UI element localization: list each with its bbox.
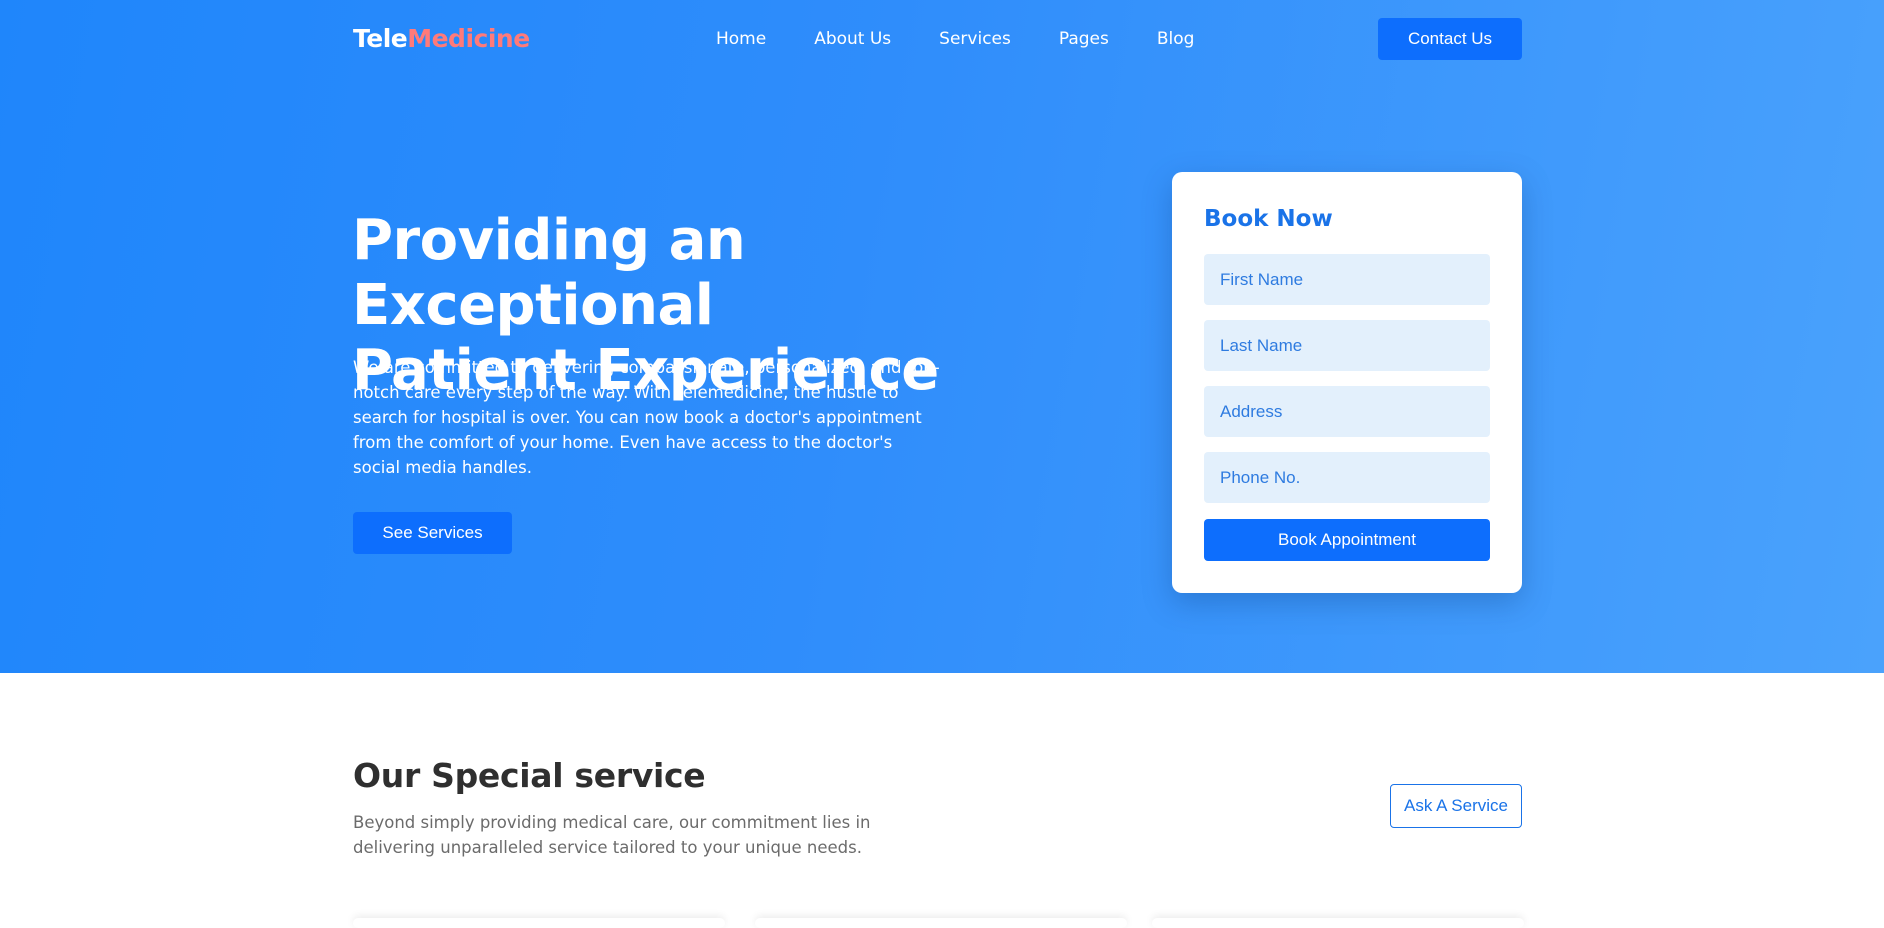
- brand-logo-part1: Tele: [353, 24, 408, 53]
- first-name-input[interactable]: First Name: [1204, 254, 1490, 305]
- nav-item-pages[interactable]: Pages: [1059, 29, 1109, 49]
- brand-logo[interactable]: TeleMedicine: [353, 24, 530, 53]
- booking-card: Book Now First Name Last Name Address Ph…: [1172, 172, 1522, 593]
- nav-item-services[interactable]: Services: [939, 29, 1011, 49]
- service-card: [755, 918, 1127, 928]
- phone-input[interactable]: Phone No.: [1204, 452, 1490, 503]
- nav-item-blog[interactable]: Blog: [1157, 29, 1195, 49]
- service-card: [1152, 918, 1524, 928]
- see-services-button[interactable]: See Services: [353, 512, 512, 554]
- nav-item-about-us[interactable]: About Us: [814, 29, 891, 49]
- hero-title-line1: Providing an Exceptional: [352, 208, 746, 338]
- top-navbar: TeleMedicine Home About Us Services Page…: [0, 0, 1884, 80]
- special-service-subtitle: Beyond simply providing medical care, ou…: [353, 813, 871, 857]
- brand-logo-part2: Medicine: [407, 24, 530, 53]
- nav-item-home[interactable]: Home: [716, 29, 766, 49]
- last-name-input[interactable]: Last Name: [1204, 320, 1490, 371]
- address-input[interactable]: Address: [1204, 386, 1490, 437]
- book-appointment-button[interactable]: Book Appointment: [1204, 519, 1490, 561]
- hero-description: We are committed to delivering compassio…: [353, 358, 940, 477]
- ask-a-service-button[interactable]: Ask A Service: [1390, 784, 1522, 828]
- service-card: [353, 918, 725, 928]
- booking-title: Book Now: [1204, 206, 1333, 232]
- contact-us-button[interactable]: Contact Us: [1378, 18, 1522, 60]
- nav-menu: Home About Us Services Pages Blog: [716, 29, 1242, 49]
- hero-section: TeleMedicine Home About Us Services Page…: [0, 0, 1884, 673]
- special-service-title: Our Special service: [353, 756, 706, 795]
